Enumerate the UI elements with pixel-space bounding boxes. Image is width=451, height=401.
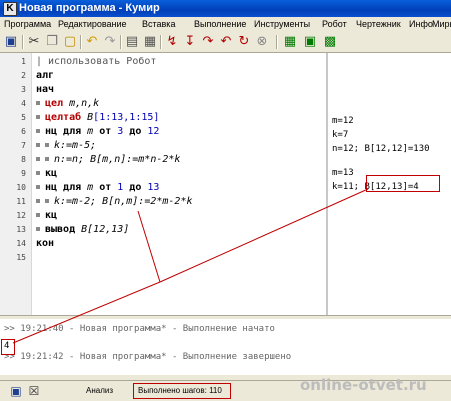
watermark: online-otvet.ru [300, 376, 427, 394]
annotation-lines [12, 188, 369, 344]
annotation-line [12, 281, 161, 344]
annotation-line [159, 188, 369, 283]
annotation-line [137, 210, 161, 283]
